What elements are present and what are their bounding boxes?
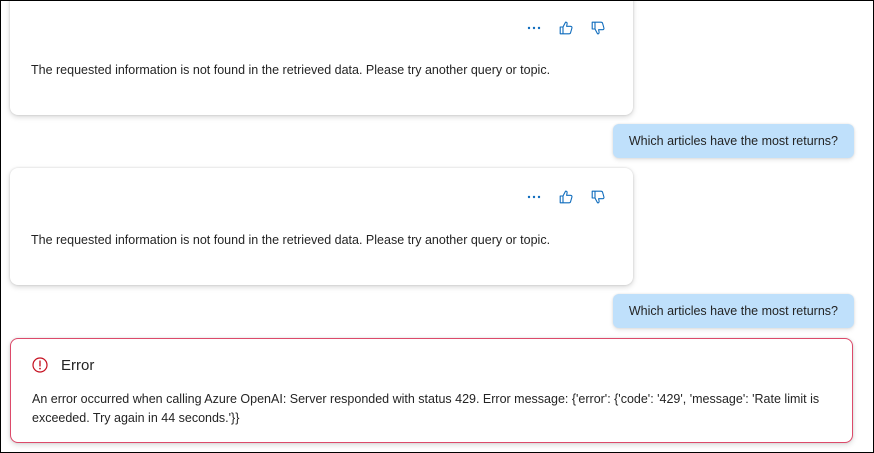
assistant-message: The requested information is not found i… [10,168,633,285]
error-title: Error [61,356,95,374]
thumbs-up-icon[interactable] [557,188,575,206]
error-header: Error [31,356,94,374]
message-actions [525,188,607,206]
assistant-message: The requested information is not found i… [10,1,633,115]
thumbs-down-icon[interactable] [589,188,607,206]
user-message-text: Which articles have the most returns? [628,304,838,318]
chat-window: The requested information is not found i… [0,0,874,453]
more-icon[interactable] [525,188,543,206]
assistant-message-text: The requested information is not found i… [31,63,551,77]
assistant-message-text: The requested information is not found i… [31,233,551,247]
error-circle-icon [31,356,49,374]
more-icon[interactable] [525,19,543,37]
thumbs-down-icon[interactable] [589,19,607,37]
user-message-text: Which articles have the most returns? [628,134,838,148]
user-message: Which articles have the most returns? [612,294,854,328]
message-actions [525,19,607,37]
error-card: Error An error occurred when calling Azu… [10,338,853,443]
user-message: Which articles have the most returns? [612,124,854,158]
error-message: An error occurred when calling Azure Ope… [32,392,820,425]
thumbs-up-icon[interactable] [557,19,575,37]
